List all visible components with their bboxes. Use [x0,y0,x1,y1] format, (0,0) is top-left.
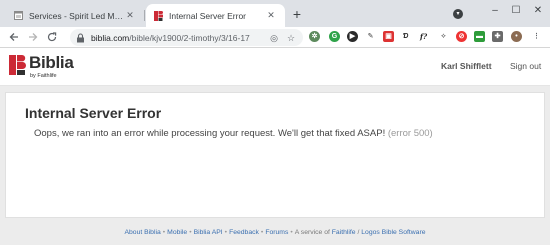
address-bar[interactable]: biblia.com/bible/kjv1900/2-timothy/3/16-… [70,29,303,46]
extension-block-icon[interactable]: ⊘ [456,31,467,42]
footer-link-logos[interactable]: Logos Bible Software [361,229,425,236]
extension-color-icon[interactable]: ⟡ [438,31,449,42]
error-message: Oops, we ran into an error while process… [34,128,433,139]
minimize-button[interactable]: – [486,3,504,19]
footer-link-about[interactable]: About Biblia [124,229,160,236]
window-icon [14,11,23,20]
user-name-link[interactable]: Karl Shifflett [441,61,492,71]
profile-avatar[interactable]: • [511,31,522,42]
footer-link-mobile[interactable]: Mobile [167,229,187,236]
footer-slash: / [357,229,360,236]
footer: About Biblia • Mobile • Biblia API • Feedback •… [0,229,550,236]
browser-toolbar: biblia.com/bible/kjv1900/2-timothy/3/16-… [0,27,550,48]
footer-separator: • [162,229,166,236]
footer-link-forums[interactable]: Forums [265,229,288,236]
error-message-text: Oops, we ran into an error while process… [34,128,386,139]
extension-green-icon[interactable]: ▬ [474,31,485,42]
footer-separator: • [260,229,264,236]
extension-function-icon[interactable]: f? [418,31,429,42]
url-text: biblia.com/bible/kjv1900/2-timothy/3/16-… [91,32,250,43]
error-code: (error 500) [387,128,433,139]
close-window-button[interactable]: ✕ [529,3,547,19]
tab-title: Internal Server Error [169,10,246,21]
extension-puzzle-icon[interactable]: ✚ [492,31,503,42]
footer-link-feedback[interactable]: Feedback [229,229,259,236]
footer-separator: • [224,229,228,236]
logo-subtext: by Faithlife [30,73,57,79]
tab-services[interactable]: Services - Spirit Led Ministries ✕ [6,4,144,27]
extension-red-icon[interactable]: ▣ [383,31,394,42]
biblia-logo-icon [9,55,26,75]
footer-separator: • [290,229,293,236]
tab-close-icon[interactable]: ✕ [124,10,136,21]
extension-gear-icon[interactable]: ✲ [309,31,320,42]
error-title: Internal Server Error [25,105,162,121]
footer-link-faithlife[interactable]: Faithlife [332,229,356,236]
biblia-icon [154,10,163,21]
extension-d-icon[interactable]: Ɗ [400,31,411,42]
footer-service-text: A service of [294,229,330,236]
tab-search-icon[interactable]: ▾ [453,9,463,19]
biblia-logo[interactable]: Biblia by Faithlife [9,53,89,82]
forward-arrow-icon[interactable] [25,29,41,45]
extension-play-icon[interactable]: ▶ [347,31,358,42]
extension-grammarly-icon[interactable]: G [329,31,340,42]
extension-eyedropper-icon[interactable]: ✎ [365,31,376,42]
footer-separator: • [189,229,192,236]
sign-out-link[interactable]: Sign out [510,61,541,71]
maximize-button[interactable]: ☐ [507,3,525,19]
back-arrow-icon[interactable] [6,29,22,45]
logo-text: Biblia [29,53,74,72]
tab-internal-server-error[interactable]: Internal Server Error ✕ [146,4,285,27]
menu-kebab-icon[interactable]: ⋮ [531,31,542,42]
reload-icon[interactable] [44,29,60,45]
eye-slash-icon[interactable]: ◎ [268,32,280,44]
lock-icon [77,32,84,42]
new-tab-button[interactable]: + [290,6,304,22]
footer-link-api[interactable]: Biblia API [194,229,223,236]
tab-close-icon[interactable]: ✕ [265,10,277,21]
bookmark-star-icon[interactable]: ☆ [285,32,297,44]
tab-title: Services - Spirit Led Ministries [29,10,124,21]
tab-separator [144,10,145,21]
